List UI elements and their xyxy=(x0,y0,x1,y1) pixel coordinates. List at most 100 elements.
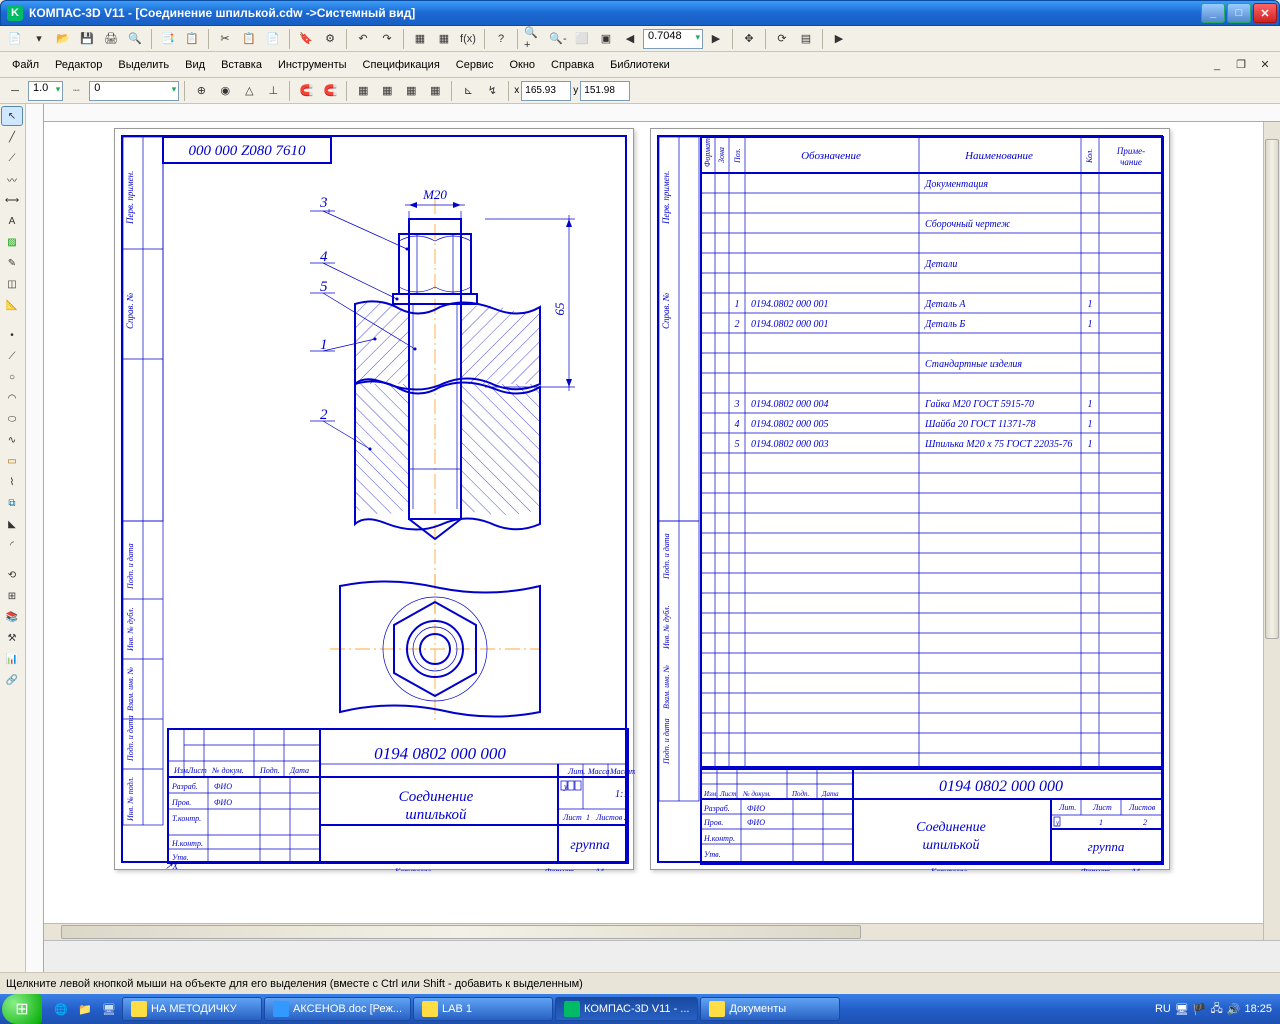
cut-button[interactable]: ✂ xyxy=(214,28,236,50)
assoc-tool[interactable]: ⟲ xyxy=(1,565,23,585)
zoom-out-button[interactable]: 🔍- xyxy=(547,28,569,50)
zoom-window-button[interactable]: ⬜ xyxy=(571,28,593,50)
mdi-restore-button[interactable]: ❐ xyxy=(1230,54,1252,76)
task-2[interactable]: АКСЕНОВ.doc [Реж... xyxy=(264,997,411,1021)
snap4-button[interactable]: ⊥ xyxy=(262,80,284,102)
bezier-tool[interactable]: ⌇ xyxy=(1,472,23,492)
mdi-close-button[interactable]: ✕ xyxy=(1254,54,1276,76)
docs2-button[interactable]: 📋 xyxy=(181,28,203,50)
fillet-tool[interactable]: ◜ xyxy=(1,535,23,555)
menu-select[interactable]: Выделить xyxy=(110,56,177,74)
fx-button[interactable]: f(x) xyxy=(457,28,479,50)
start-button[interactable]: ⊞ xyxy=(2,994,42,1024)
menu-spec[interactable]: Спецификация xyxy=(355,56,448,74)
table1-button[interactable]: ▦ xyxy=(409,28,431,50)
dimension-tool[interactable]: ⟷ xyxy=(1,190,23,210)
snap-magnet1-button[interactable]: 🧲 xyxy=(295,80,317,102)
circle-tool[interactable]: ○ xyxy=(1,367,23,387)
zoom-prev-button[interactable]: ◀ xyxy=(619,28,641,50)
pointer-tool[interactable]: ↖ xyxy=(1,106,23,126)
arc-tool[interactable]: ◠ xyxy=(1,388,23,408)
snap2-button[interactable]: ◉ xyxy=(214,80,236,102)
vertical-scrollbar[interactable] xyxy=(1263,122,1280,940)
save-button[interactable]: 💾 xyxy=(76,28,98,50)
menu-view[interactable]: Вид xyxy=(177,56,213,74)
quicklaunch-3[interactable]: 🖥 xyxy=(98,998,120,1020)
text-tool[interactable]: A xyxy=(1,211,23,231)
proj-tool[interactable]: ⊞ xyxy=(1,586,23,606)
drawing-sheet-1[interactable]: Перв. примен. Справ. № Подп. и дата Инв.… xyxy=(114,128,634,870)
tray-icon-flag[interactable]: 🏴 xyxy=(1193,1003,1207,1016)
open-button[interactable]: 📂 xyxy=(52,28,74,50)
segment-tool[interactable]: ⟋ xyxy=(1,346,23,366)
grid2-button[interactable]: ▦ xyxy=(376,80,398,102)
measure-tool[interactable]: 📐 xyxy=(1,295,23,315)
params-tool[interactable]: ◫ xyxy=(1,274,23,294)
menu-editor[interactable]: Редактор xyxy=(47,56,110,74)
drawing-sheet-2[interactable]: Перв. примен. Справ. № Подп. и дата Инв.… xyxy=(650,128,1170,870)
ortho-button[interactable]: ⊾ xyxy=(457,80,479,102)
menu-help[interactable]: Справка xyxy=(543,56,602,74)
refresh-button[interactable]: ⟳ xyxy=(771,28,793,50)
task-3[interactable]: LAB 1 xyxy=(413,997,553,1021)
horizontal-scrollbar[interactable] xyxy=(44,923,1263,940)
task-1[interactable]: НА МЕТОДИЧКУ xyxy=(122,997,262,1021)
point-tool[interactable]: • xyxy=(1,325,23,345)
line-tool[interactable]: ╱ xyxy=(1,127,23,147)
offset-tool[interactable]: ⧉ xyxy=(1,493,23,513)
zoom-fit-button[interactable]: ▣ xyxy=(595,28,617,50)
lib-tool[interactable]: 📚 xyxy=(1,607,23,627)
ole-tool[interactable]: 🔗 xyxy=(1,670,23,690)
mdi-minimize-button[interactable]: _ xyxy=(1206,54,1228,76)
windows-button[interactable]: ▤ xyxy=(795,28,817,50)
task-5[interactable]: Документы xyxy=(700,997,840,1021)
style-combo-2[interactable]: 0 xyxy=(89,81,179,101)
coord-button[interactable]: ↯ xyxy=(481,80,503,102)
pan-button[interactable]: ✥ xyxy=(738,28,760,50)
run-button[interactable]: ▶ xyxy=(828,28,850,50)
zoom-combo[interactable]: 0.7048 xyxy=(643,29,703,49)
tray-volume-icon[interactable]: 🔊 xyxy=(1227,1003,1241,1016)
grid4-button[interactable]: ▦ xyxy=(424,80,446,102)
variables-button[interactable]: ⚙ xyxy=(319,28,341,50)
nurbs-tool[interactable]: ∿ xyxy=(1,430,23,450)
copy-button[interactable]: 📋 xyxy=(238,28,260,50)
snap3-button[interactable]: △ xyxy=(238,80,260,102)
tray-icon-1[interactable]: 🖥 xyxy=(1175,1003,1189,1016)
grid3-button[interactable]: ▦ xyxy=(400,80,422,102)
table2-button[interactable]: ▦ xyxy=(433,28,455,50)
reports-tool[interactable]: 📊 xyxy=(1,649,23,669)
undo-button[interactable]: ↶ xyxy=(352,28,374,50)
tray-network-icon[interactable]: 🖧 xyxy=(1211,1000,1223,1019)
redo-button[interactable]: ↷ xyxy=(376,28,398,50)
rectangle-tool[interactable]: ▭ xyxy=(1,451,23,471)
maximize-button[interactable]: □ xyxy=(1227,3,1251,23)
menu-insert[interactable]: Вставка xyxy=(213,56,270,74)
paste-button[interactable]: 📄 xyxy=(262,28,284,50)
docs-button[interactable]: 📑 xyxy=(157,28,179,50)
macro-tool[interactable]: ⚒ xyxy=(1,628,23,648)
attrib-button[interactable]: 🔖 xyxy=(295,28,317,50)
print-button[interactable]: 🖨 xyxy=(100,28,122,50)
zoom-in-button[interactable]: 🔍+ xyxy=(523,28,545,50)
minimize-button[interactable]: _ xyxy=(1201,3,1225,23)
drawing-canvas[interactable]: Перв. примен. Справ. № Подп. и дата Инв.… xyxy=(44,122,1280,940)
grid1-button[interactable]: ▦ xyxy=(352,80,374,102)
language-indicator[interactable]: RU xyxy=(1155,1003,1171,1015)
clock[interactable]: 18:25 xyxy=(1244,1003,1272,1015)
menu-tools[interactable]: Инструменты xyxy=(270,56,355,74)
ellipse-tool[interactable]: ⬭ xyxy=(1,409,23,429)
close-button[interactable]: ✕ xyxy=(1253,3,1277,23)
menu-libs[interactable]: Библиотеки xyxy=(602,56,678,74)
new-dropdown-button[interactable]: ▾ xyxy=(28,28,50,50)
style-combo-1[interactable]: 1.0 xyxy=(28,81,63,101)
new-doc-button[interactable]: 📄 xyxy=(4,28,26,50)
hatch-tool[interactable]: ▨ xyxy=(1,232,23,252)
polyline-tool[interactable]: ⟋ xyxy=(1,148,23,168)
quicklaunch-2[interactable]: 📁 xyxy=(74,998,96,1020)
snap1-button[interactable]: ⊕ xyxy=(190,80,212,102)
task-4[interactable]: КОМПАС-3D V11 - ... xyxy=(555,997,698,1021)
snap-magnet2-button[interactable]: 🧲 xyxy=(319,80,341,102)
spline-tool[interactable]: 〰 xyxy=(1,169,23,189)
coord-x-input[interactable] xyxy=(521,81,571,101)
